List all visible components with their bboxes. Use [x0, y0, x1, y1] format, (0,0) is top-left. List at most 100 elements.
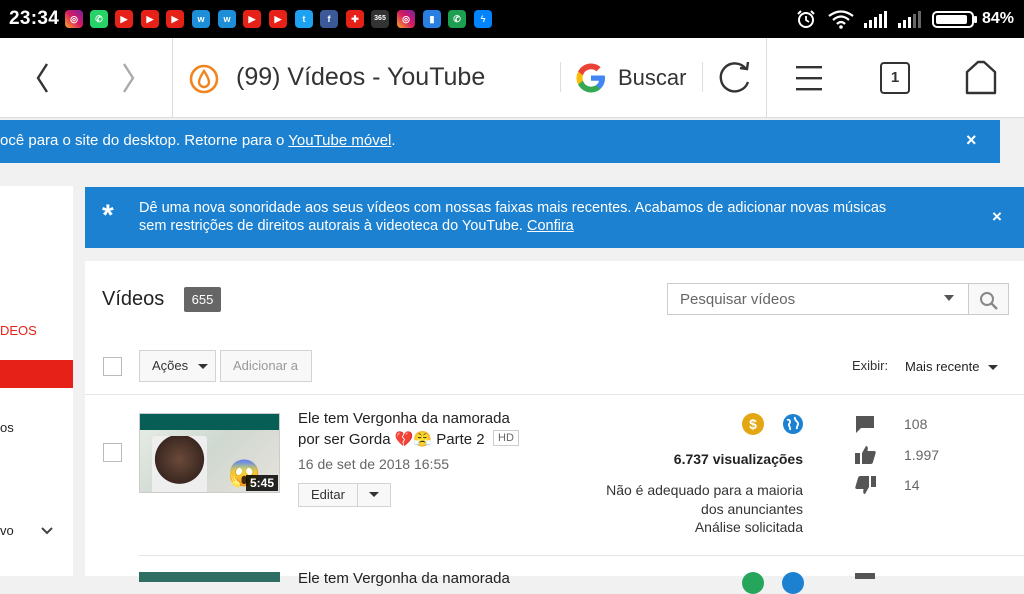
status-bar: 23:34 ◎ ✆ ▶ ▶ ▶ w w ▶ ▶ t f ✚ 365 ◎ ▮ ✆ … [0, 0, 1024, 38]
star-icon: * [102, 199, 114, 232]
video-select-checkbox[interactable] [103, 443, 122, 462]
close-icon[interactable]: × [966, 130, 977, 151]
data-saver-icon[interactable] [188, 63, 220, 95]
files-icon: ▮ [423, 10, 441, 28]
battery-icon [932, 11, 977, 28]
battery-percent: 84% [982, 10, 1015, 27]
twitter-icon: t [295, 10, 313, 28]
audio-library-banner: * Dê uma nova sonoridade aos seus vídeos… [85, 187, 1024, 248]
phone-icon: ✆ [448, 10, 466, 28]
desktop-banner-suffix: . [391, 132, 396, 149]
alarm-icon [797, 10, 815, 28]
browser-toolbar: (99) Vídeos - YouTube Buscar 1 [0, 38, 1024, 118]
youtube-icon: ▶ [166, 10, 184, 28]
youtube-icon: ▶ [141, 10, 159, 28]
caret-down-icon [988, 365, 999, 371]
toolbox-icon: ✚ [346, 10, 364, 28]
signal-icon [898, 11, 921, 28]
audio-banner-line1: Dê uma nova sonoridade aos seus vídeos c… [139, 200, 887, 216]
dislike-icon [855, 476, 876, 494]
divider [139, 555, 1024, 556]
google-icon[interactable] [574, 61, 608, 95]
sort-label: Exibir: [852, 358, 889, 373]
confira-link[interactable]: Confira [527, 218, 574, 234]
edit-label: Editar [311, 487, 345, 502]
public-globe-icon[interactable] [782, 572, 804, 594]
sidebar-active-indicator[interactable] [0, 360, 73, 388]
close-icon[interactable]: × [992, 207, 1002, 227]
video-thumbnail[interactable]: 😱 5:45 [139, 413, 280, 493]
video-thumbnail[interactable] [139, 572, 280, 582]
forward-button[interactable] [121, 62, 137, 94]
sort-value: Mais recente [905, 359, 980, 374]
ad-note-line1: Não é adequado para a maioria [606, 482, 803, 498]
youtube-icon: ▶ [269, 10, 287, 28]
reload-icon[interactable] [716, 60, 754, 96]
youtube-icon: ▶ [115, 10, 133, 28]
monetization-icon[interactable] [742, 572, 764, 594]
video-duration: 5:45 [246, 475, 279, 491]
wifi-icon [828, 10, 854, 29]
caret-down-icon [369, 492, 379, 498]
dislikes-count: 14 [904, 477, 920, 493]
sort-dropdown[interactable]: Mais recente [905, 359, 999, 374]
home-icon[interactable] [964, 60, 998, 96]
search-button[interactable] [969, 283, 1009, 315]
video-search-box [667, 283, 969, 315]
likes-count: 1.997 [904, 447, 940, 463]
videos-count-badge: 655 [184, 287, 221, 312]
video-title[interactable]: Ele tem Vergonha da namorada [298, 570, 510, 587]
add-to-label: Adicionar a [233, 358, 299, 373]
clock: 23:34 [9, 8, 60, 29]
comment-icon [855, 573, 875, 579]
videos-panel: Vídeos 655 Ações Adicionar a Exibir: Mai… [85, 261, 1024, 594]
comment-icon [856, 416, 874, 433]
video-title-line2[interactable]: por ser Gorda 💔😤 Parte 2 [298, 430, 485, 448]
monetization-icon[interactable]: $ [742, 413, 764, 435]
youtube-icon: ▶ [243, 10, 261, 28]
public-globe-icon[interactable] [782, 413, 804, 435]
facebook-icon: f [320, 10, 338, 28]
comments-count: 108 [904, 416, 928, 432]
instagram-icon: ◎ [397, 10, 415, 28]
tabs-button[interactable]: 1 [880, 62, 910, 94]
back-button[interactable] [34, 62, 50, 94]
chevron-down-icon[interactable] [40, 526, 54, 536]
sidebar-item[interactable]: vo [0, 523, 14, 538]
edit-options-dropdown[interactable] [357, 483, 391, 507]
365-icon: 365 [371, 10, 389, 28]
actions-label: Ações [152, 358, 189, 373]
page-title[interactable]: (99) Vídeos - YouTube [236, 63, 485, 92]
messenger-icon: ϟ [474, 10, 492, 28]
video-date: 16 de set de 2018 16:55 [298, 456, 450, 472]
views-count: 6.737 visualizações [673, 451, 803, 467]
wattpad-icon: w [218, 10, 236, 28]
caret-down-icon [197, 364, 208, 370]
ad-note-line2: dos anunciantes [701, 500, 803, 517]
signal-icon [864, 11, 887, 28]
add-to-button[interactable]: Adicionar a [220, 350, 312, 382]
ad-suitability-note[interactable]: Não é adequado para a maioria dos anunci… [585, 481, 803, 537]
videos-heading: Vídeos [102, 288, 165, 310]
ad-note-line3: Análise solicitada [694, 519, 803, 535]
select-all-checkbox[interactable] [103, 357, 122, 376]
instagram-icon: ◎ [65, 10, 83, 28]
search-icon [980, 292, 998, 310]
video-title[interactable]: Ele tem Vergonha da namorada [298, 410, 510, 427]
search-dropdown-caret[interactable] [944, 295, 954, 301]
sidebar-item-videos[interactable]: DEOS [0, 323, 37, 338]
whatsapp-icon: ✆ [90, 10, 108, 28]
wattpad-icon: w [192, 10, 210, 28]
desktop-banner-text: ocê para o site do desktop. Retorne para… [0, 132, 289, 149]
tabs-count: 1 [890, 69, 900, 86]
sidebar-item[interactable]: os [0, 420, 14, 435]
edit-button[interactable]: Editar [298, 483, 358, 507]
search-label[interactable]: Buscar [618, 65, 686, 91]
actions-dropdown[interactable]: Ações [139, 350, 216, 382]
mobile-youtube-link[interactable]: YouTube móvel [288, 132, 391, 149]
desktop-site-banner: ocê para o site do desktop. Retorne para… [0, 120, 1000, 163]
search-videos-input[interactable] [668, 284, 938, 314]
menu-icon[interactable] [796, 64, 822, 92]
audio-banner-line2: sem restrições de direitos autorais à vi… [139, 218, 527, 234]
like-icon [855, 446, 876, 464]
